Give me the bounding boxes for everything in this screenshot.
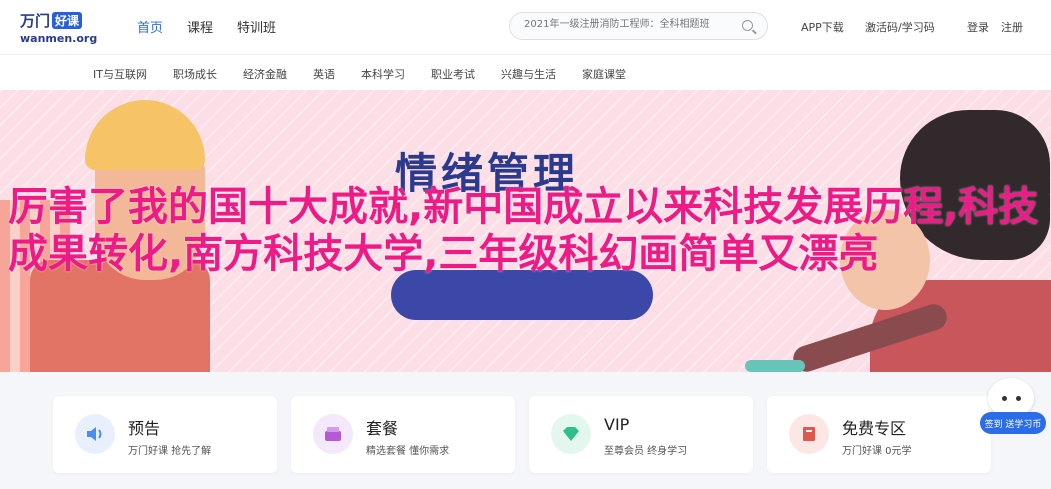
card-package[interactable]: 套餐 精选套餐 懂你需求 <box>291 396 515 473</box>
search-input[interactable] <box>522 18 726 31</box>
nav-home[interactable]: 首页 <box>137 17 163 36</box>
app-download-link[interactable]: APP下载 <box>801 19 844 35</box>
card-title: 套餐 <box>366 419 399 438</box>
category-item[interactable]: 经济金融 <box>243 66 287 82</box>
login-link[interactable]: 登录 <box>967 19 989 35</box>
card-subtitle: 至尊会员 终身学习 <box>604 446 688 457</box>
feature-cards: 预告 万门好课 抢先了解 套餐 精选套餐 懂你需求 VIP 至尊会员 终身学习 … <box>53 396 991 473</box>
speaker-icon <box>75 414 115 454</box>
category-item[interactable]: 职业考试 <box>431 66 475 82</box>
diamond-icon <box>551 414 591 454</box>
top-header: 万门 好课 wanmen.org 首页 课程 特训班 APP下载 激活码/学习码… <box>0 0 1051 55</box>
category-item[interactable]: 英语 <box>313 66 335 82</box>
logo-text: 万门 <box>20 12 51 30</box>
category-item[interactable]: 家庭课堂 <box>582 66 626 82</box>
category-item[interactable]: 本科学习 <box>361 66 405 82</box>
search-box <box>509 12 768 40</box>
nav-training[interactable]: 特训班 <box>237 17 276 36</box>
logo-badge: 好课 <box>52 12 83 29</box>
search-icon[interactable] <box>742 20 753 31</box>
card-free[interactable]: 免费专区 万门好课 0元学 <box>767 396 991 473</box>
card-title: 免费专区 <box>842 419 907 438</box>
mascot-eye <box>1016 396 1021 401</box>
main-nav: 首页 课程 特训班 <box>137 17 276 36</box>
mascot-eye <box>1002 396 1007 401</box>
activation-code-link[interactable]: 激活码/学习码 <box>865 19 935 35</box>
category-item[interactable]: IT与互联网 <box>93 66 147 82</box>
card-preview[interactable]: 预告 万门好课 抢先了解 <box>53 396 277 473</box>
logo-subtext: wanmen.org <box>20 32 98 45</box>
package-icon <box>313 414 353 454</box>
hero-banner[interactable]: 情绪管理 厉害了我的国十大成就,新中国成立以来科技发展历程,科技成果转化,南方科… <box>0 90 1051 372</box>
site-logo[interactable]: 万门 好课 wanmen.org <box>20 10 97 45</box>
category-item[interactable]: 职场成长 <box>173 66 217 82</box>
checkin-badge[interactable]: 签到 送学习币 <box>980 412 1046 434</box>
register-link[interactable]: 注册 <box>1001 19 1023 35</box>
card-subtitle: 万门好课 抢先了解 <box>128 446 212 457</box>
card-vip[interactable]: VIP 至尊会员 终身学习 <box>529 396 753 473</box>
overlay-title: 厉害了我的国十大成就,新中国成立以来科技发展历程,科技成果转化,南方科技大学,三… <box>8 184 1039 277</box>
card-title: 预告 <box>128 419 161 438</box>
card-subtitle: 精选套餐 懂你需求 <box>366 446 450 457</box>
nav-courses[interactable]: 课程 <box>187 17 213 36</box>
category-nav: IT与互联网 职场成长 经济金融 英语 本科学习 职业考试 兴趣与生活 家庭课堂 <box>0 55 1051 90</box>
card-title: VIP <box>604 415 630 434</box>
illustration-shoe <box>745 360 805 372</box>
card-subtitle: 万门好课 0元学 <box>842 446 912 457</box>
book-icon <box>789 414 829 454</box>
category-item[interactable]: 兴趣与生活 <box>501 66 556 82</box>
